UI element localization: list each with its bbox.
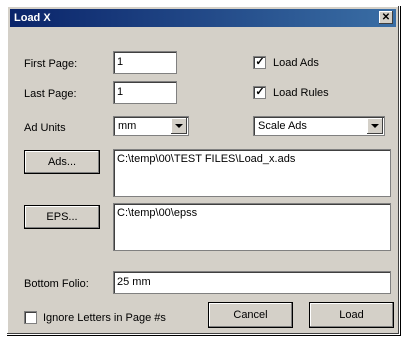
load-button[interactable]: Load (309, 302, 394, 328)
chevron-down-icon[interactable] (171, 118, 187, 134)
ads-path-field[interactable]: C:\temp\00\TEST FILES\Load_x.ads (113, 149, 391, 197)
load-ads-checkbox[interactable]: ✓ (253, 56, 266, 69)
ignore-letters-label: Ignore Letters in Page #s (43, 312, 166, 324)
check-icon: ✓ (255, 56, 265, 68)
ads-button[interactable]: Ads... (24, 150, 100, 174)
eps-path-field[interactable]: C:\temp\00\epss (113, 203, 391, 251)
close-button[interactable]: ✕ (379, 11, 393, 24)
scale-ads-select[interactable]: Scale Ads (253, 116, 385, 136)
ad-units-label: Ad Units (24, 122, 66, 134)
first-page-label: First Page: (24, 58, 78, 70)
load-rules-label: Load Rules (273, 87, 329, 99)
ad-units-select[interactable]: mm (113, 116, 189, 136)
check-icon: ✓ (255, 86, 265, 98)
load-ads-label: Load Ads (273, 57, 319, 69)
cancel-button[interactable]: Cancel (208, 302, 293, 328)
load-x-dialog: Load X ✕ First Page: 1 Last Page: 1 ✓ Lo… (6, 5, 400, 335)
close-icon: ✕ (381, 12, 391, 23)
first-page-field[interactable]: 1 (113, 51, 177, 74)
bottom-folio-field[interactable]: 25 mm (113, 271, 391, 294)
title-bar[interactable]: Load X ✕ (10, 9, 396, 27)
load-rules-checkbox[interactable]: ✓ (253, 86, 266, 99)
last-page-label: Last Page: (24, 88, 77, 100)
last-page-field[interactable]: 1 (113, 81, 177, 104)
scale-ads-value: Scale Ads (258, 120, 307, 132)
window-title: Load X (14, 12, 51, 24)
chevron-down-icon[interactable] (367, 118, 383, 134)
bottom-folio-label: Bottom Folio: (24, 278, 89, 290)
ignore-letters-checkbox[interactable] (24, 311, 37, 324)
ad-units-value: mm (118, 120, 137, 132)
eps-button[interactable]: EPS... (24, 205, 100, 229)
